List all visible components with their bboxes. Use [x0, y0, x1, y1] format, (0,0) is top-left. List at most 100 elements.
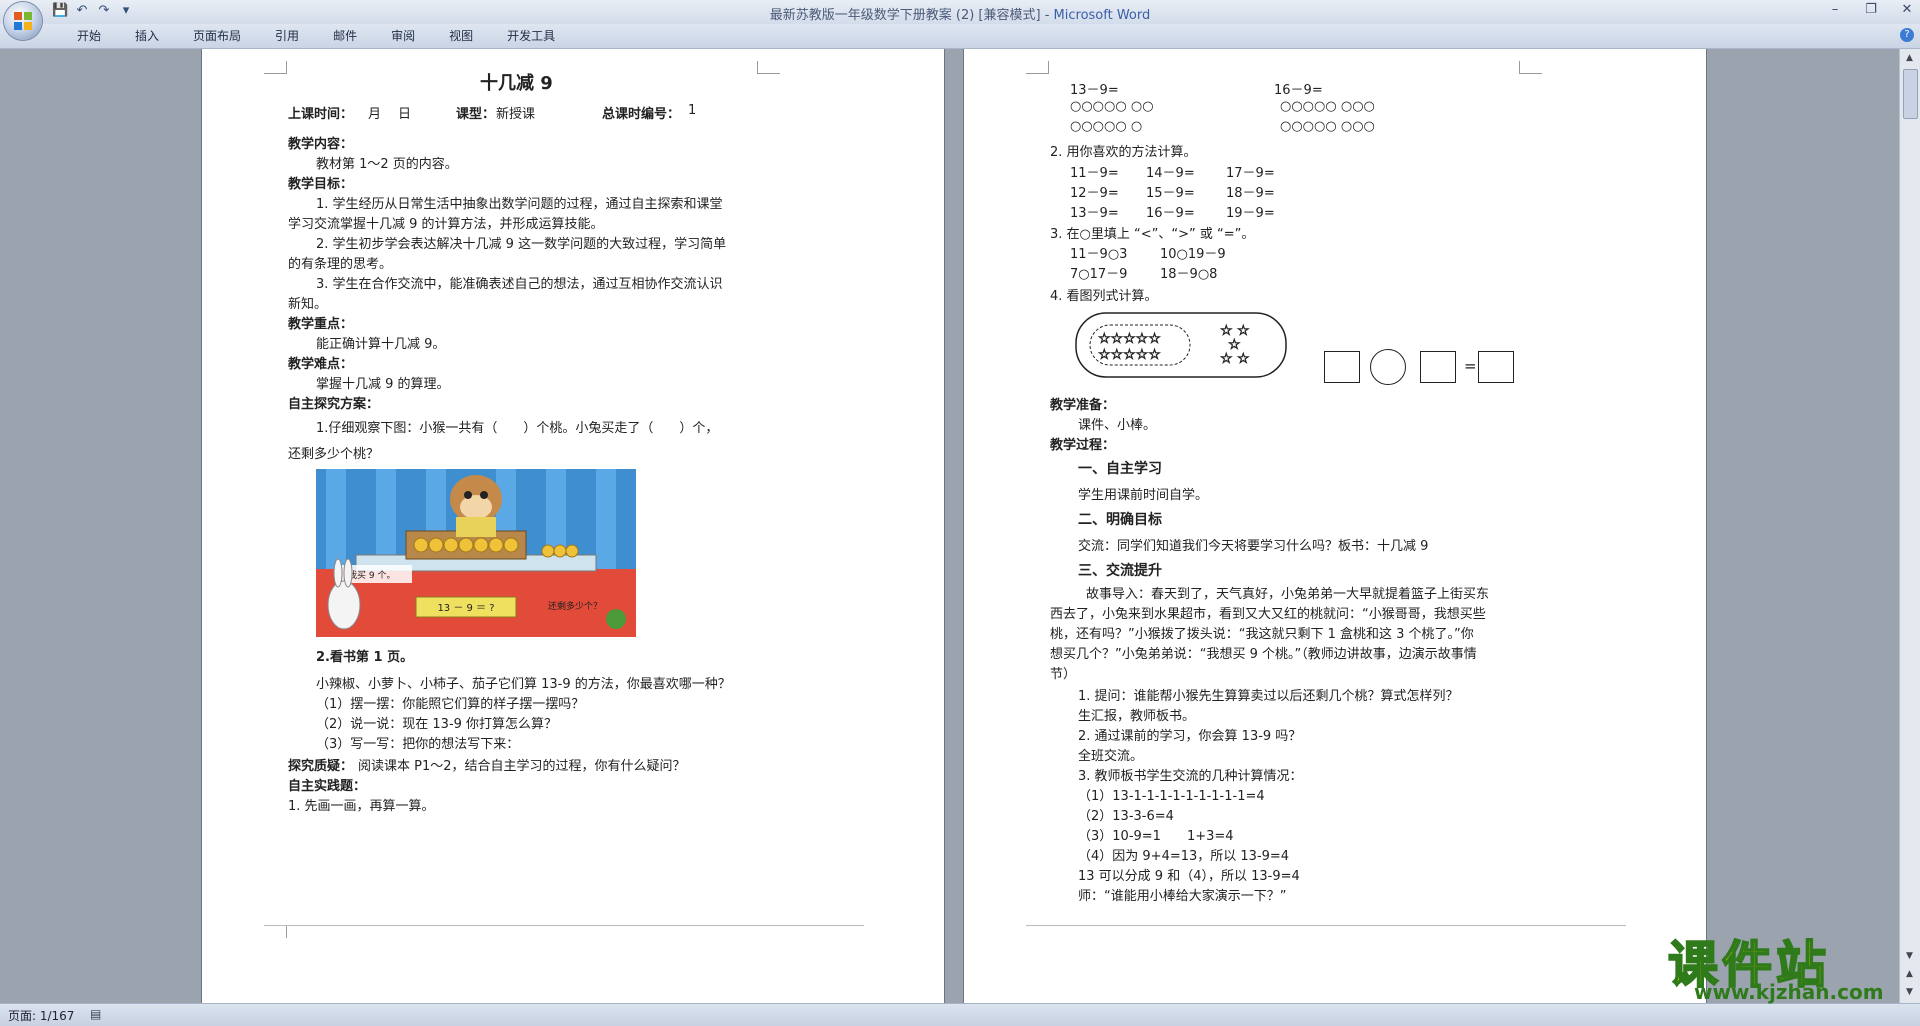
plan-1b: 还剩多少个桃？ [288, 447, 380, 462]
heading-doubt: 探究质疑： [288, 759, 354, 774]
heading-key-point: 教学重点： [288, 317, 354, 332]
section-1-title: 一、自主学习 [1078, 461, 1162, 477]
practice-1: 1. 先画一画，再算一算。 [288, 799, 435, 814]
circles-b1: ○○○○○ ○○○ [1280, 99, 1375, 114]
vertical-scrollbar[interactable]: ▲ ▼ ▲ ▼ [1899, 49, 1920, 1003]
heading-goals: 教学目标： [288, 177, 354, 192]
tab-review[interactable]: 审阅 [374, 28, 432, 44]
heading-practice: 自主实践题： [288, 779, 367, 794]
method-3: （3）10-9=1 1+3=4 [1078, 829, 1234, 844]
plan-2-step-1: （1）摆一摆：你能照它们算的样子摆一摆吗？ [316, 697, 585, 712]
goal-1b: 学习交流掌握十几减 9 的计算方法，并形成运算技能。 [288, 217, 604, 232]
ask-1: 1. 提问：谁能帮小猴先生算算卖过以后还剩几个桃？算式怎样列？ [1078, 689, 1459, 704]
section-3-title: 三、交流提升 [1078, 563, 1162, 579]
goal-3a: 3. 学生在合作交流中，能准确表述自己的想法，通过互相协作交流认识 [316, 277, 723, 292]
key-point-text: 能正确计算十几减 9。 [316, 337, 446, 352]
goal-1a: 1. 学生经历从日常生活中抽象出数学问题的过程，通过自主探索和课堂 [316, 197, 723, 212]
plan-2: 2.看书第 1 页。 [316, 650, 414, 665]
heading-preparation: 教学准备： [1050, 398, 1116, 413]
help-icon[interactable]: ? [1900, 28, 1914, 42]
question-2: 2. 用你喜欢的方法计算。 [1050, 145, 1197, 160]
tab-page-layout[interactable]: 页面布局 [176, 28, 258, 44]
calc-r3c3: 19－9= [1226, 206, 1275, 221]
answer-box-3 [1478, 351, 1514, 383]
practice-eq-b: 16－9= [1274, 83, 1323, 98]
scroll-thumb[interactable] [1903, 69, 1918, 119]
answer-box-2 [1420, 351, 1456, 383]
heading-content: 教学内容： [288, 137, 354, 152]
office-button[interactable] [4, 2, 42, 40]
margin-mark [1519, 61, 1542, 74]
tab-mailings[interactable]: 邮件 [316, 28, 374, 44]
month-label: 月 [368, 107, 382, 122]
svg-text:☆☆☆☆☆: ☆☆☆☆☆ [1098, 331, 1161, 347]
goal-3b: 新知。 [288, 297, 328, 312]
tab-references[interactable]: 引用 [258, 28, 316, 44]
proofing-icon[interactable]: ▤ [90, 1007, 101, 1021]
calc-r2c3: 18－9= [1226, 186, 1275, 201]
method-1: （1）13-1-1-1-1-1-1-1-1-1=4 [1078, 789, 1265, 804]
page-title: 十几减 9 [480, 73, 553, 94]
class-type-value: 新授课 [496, 107, 536, 122]
calc-r1c3: 17－9= [1226, 166, 1275, 181]
scroll-down-icon[interactable]: ▼ [1902, 949, 1917, 963]
story-line-1: 故事导入：春天到了，天气真好，小兔弟弟一大早就提着篮子上街买东 [1086, 587, 1490, 602]
previous-page-icon[interactable]: ▲ [1902, 967, 1917, 981]
pic-buy-label: 我买 9 个。 [348, 570, 395, 581]
operator-circle [1370, 349, 1406, 385]
svg-text:☆ ☆: ☆ ☆ [1220, 351, 1250, 367]
compare-1a: 11－9○3 [1070, 247, 1128, 262]
circles-a1: ○○○○○ ○○ [1070, 99, 1154, 114]
page-1: 十几减 9 上课时间： 月 日 课型： 新授课 总课时编号： 1 教学内容： 教… [202, 49, 944, 1003]
ask-1b: 生汇报，教师板书。 [1078, 709, 1196, 724]
ribbon-tabs: 开始 插入 页面布局 引用 邮件 审阅 视图 开发工具 [60, 28, 572, 44]
minimize-icon[interactable]: – [1826, 2, 1844, 17]
story-line-5: 节） [1050, 667, 1077, 682]
plan-2-step-2: （2）说一说：现在 13-9 你打算怎么算？ [316, 717, 558, 732]
lesson-number-value: 1 [688, 103, 697, 118]
content-text: 教材第 1～2 页的内容。 [316, 157, 458, 172]
page-2: 13－9= 16－9= ○○○○○ ○○ ○○○○○ ○○○ ○○○○○ ○ ○… [964, 49, 1706, 1003]
svg-text:☆☆☆☆☆: ☆☆☆☆☆ [1098, 347, 1161, 363]
document-name: 最新苏教版一年级数学下册教案 (2) [兼容模式] [769, 8, 1041, 23]
circles-a2: ○○○○○ ○ [1070, 119, 1143, 134]
scroll-up-icon[interactable]: ▲ [1902, 51, 1917, 65]
question-3: 3. 在○里填上 “<”、“>” 或 “=”。 [1050, 227, 1255, 242]
story-line-3: 桃，还有吗？”小猴拨了拨头说：“我这就只剩下 1 盒桃和这 3 个桃了。”你 [1050, 627, 1474, 642]
tab-view[interactable]: 视图 [432, 28, 490, 44]
tab-developer[interactable]: 开发工具 [490, 28, 572, 44]
question-4: 4. 看图列式计算。 [1050, 289, 1158, 304]
goal-2a: 2. 学生初步学会表达解决十几减 9 这一数学问题的大致过程，学习简单 [316, 237, 727, 252]
doubt-text: 阅读课本 P1～2，结合自主学习的过程，你有什么疑问？ [358, 759, 686, 774]
heading-difficulty: 教学难点： [288, 357, 354, 372]
calc-r3c2: 16－9= [1146, 206, 1195, 221]
calc-r1c1: 11－9= [1070, 166, 1119, 181]
stars-picture: ☆☆☆☆☆ ☆☆☆☆☆ ☆ ☆ ☆ ☆ ☆ [1075, 312, 1287, 378]
calc-r2c1: 12－9= [1070, 186, 1119, 201]
answer-box-1 [1324, 351, 1360, 383]
window-controls: – ❐ ✕ [1826, 2, 1916, 17]
margin-mark [1026, 61, 1049, 74]
margin-mark [757, 61, 780, 74]
tab-home[interactable]: 开始 [60, 28, 118, 44]
next-page-icon[interactable]: ▼ [1902, 985, 1917, 999]
ask-2: 2. 通过课前的学习，你会算 13-9 吗？ [1078, 729, 1302, 744]
plan-2-question: 小辣椒、小萝卜、小柿子、茄子它们算 13-9 的方法，你最喜欢哪一种？ [316, 677, 731, 692]
restore-icon[interactable]: ❐ [1862, 2, 1880, 17]
section-2-title: 二、明确目标 [1078, 512, 1162, 528]
tab-insert[interactable]: 插入 [118, 28, 176, 44]
margin-mark [264, 925, 287, 938]
watermark-url: www.kjzhan.com [1694, 980, 1884, 1004]
compare-2b: 18－9○8 [1160, 267, 1218, 282]
page-counter[interactable]: 页面: 1/167 [8, 1007, 74, 1024]
goal-2b: 的有条理的思考。 [288, 257, 393, 272]
method-2: （2）13-3-6=4 [1078, 809, 1174, 824]
day-label: 日 [398, 107, 412, 122]
monkey-rabbit-illustration: 13 － 9 ＝ ? 我买 9 个。 还剩多少个？ [316, 469, 636, 637]
pic-equation-label: 13 － 9 ＝ ? [437, 603, 494, 614]
footer-divider [1026, 925, 1626, 926]
compare-1b: 10○19－9 [1160, 247, 1226, 262]
equals-sign: = [1464, 357, 1477, 375]
close-icon[interactable]: ✕ [1898, 2, 1916, 17]
office-logo-icon [14, 12, 32, 30]
